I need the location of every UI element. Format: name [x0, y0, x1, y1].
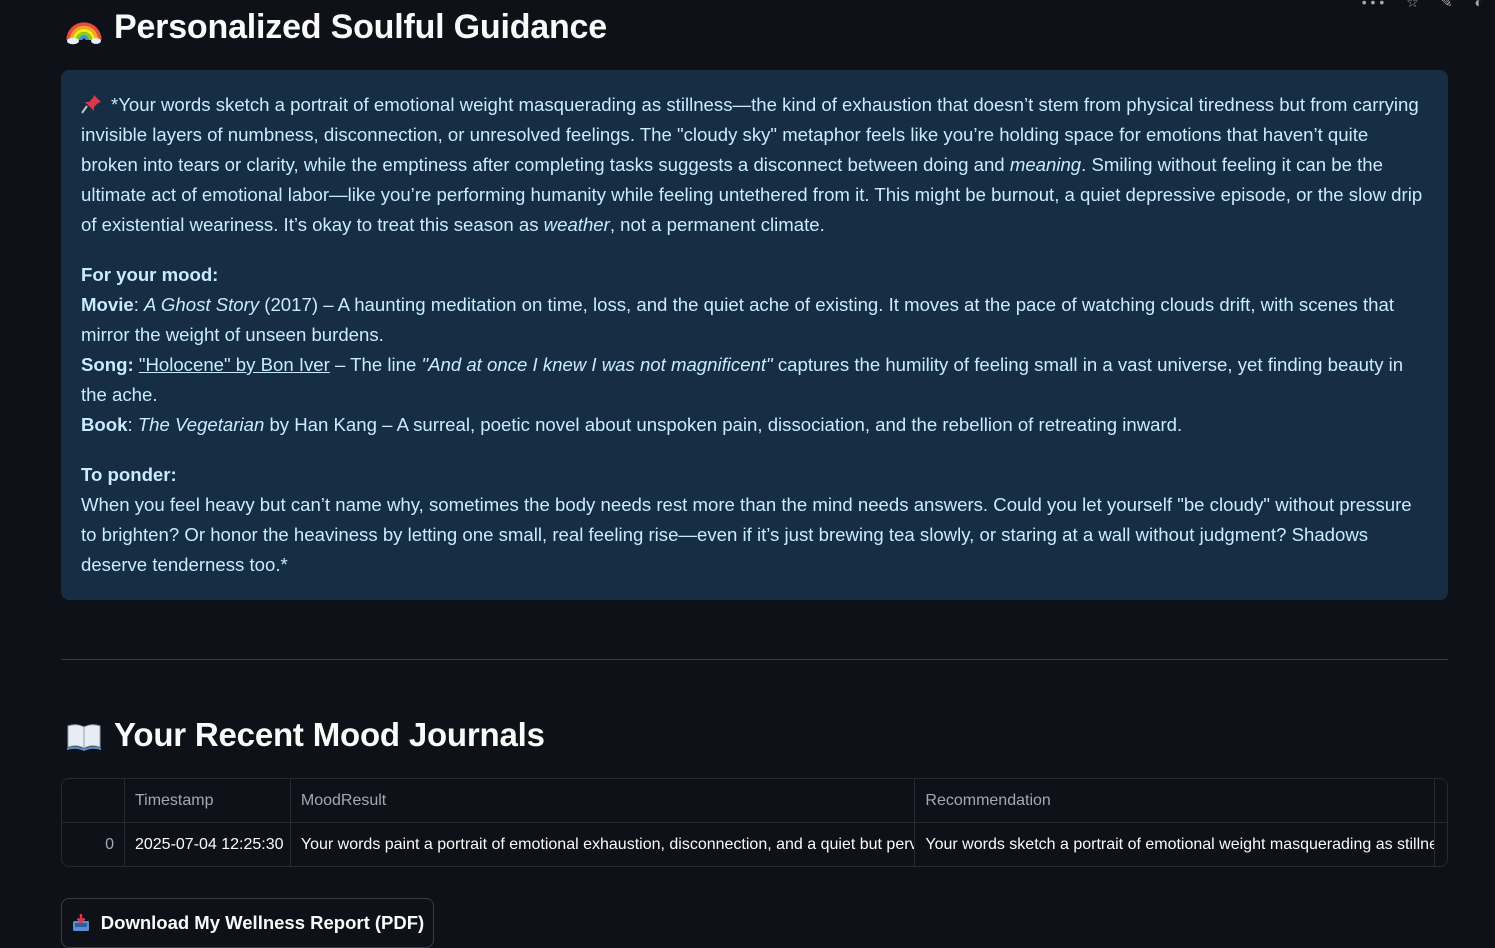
- download-report-button[interactable]: Download My Wellness Report (PDF): [61, 898, 434, 948]
- journals-title-text: Your Recent Mood Journals: [114, 716, 545, 753]
- row-index: 0: [62, 823, 125, 866]
- ponder-text: When you feel heavy but can’t name why, …: [81, 494, 1412, 575]
- github-icon[interactable]: ◐: [1475, 0, 1483, 11]
- column-header-moodresult[interactable]: MoodResult: [291, 779, 916, 822]
- rainbow-icon: [66, 21, 102, 44]
- download-report-label: Download My Wellness Report (PDF): [100, 912, 425, 933]
- inbox-tray-icon: [72, 914, 89, 931]
- edit-icon[interactable]: ✎: [1441, 0, 1453, 11]
- guidance-intro: *Your words sketch a portrait of emotion…: [81, 94, 1423, 235]
- divider: [61, 659, 1448, 660]
- mood-section: For your mood: Movie: A Ghost Story (201…: [81, 264, 1404, 435]
- guidance-title-text: Personalized Soulful Guidance: [114, 8, 607, 46]
- mood-heading: For your mood:: [81, 264, 219, 285]
- guidance-title: Personalized Soulful Guidance: [66, 8, 607, 47]
- pushpin-icon: [81, 95, 101, 114]
- table-scroll-gutter: [1435, 779, 1447, 822]
- journals-table[interactable]: Timestamp MoodResult Recommendation 0 20…: [61, 778, 1448, 867]
- cell-recommendation[interactable]: Your words sketch a portrait of emotiona…: [915, 823, 1435, 866]
- ponder-section: To ponder: When you feel heavy but can’t…: [81, 460, 1426, 580]
- app-page: • • • ☆ ✎ ◐ Personalized Soulful Guidanc…: [0, 0, 1495, 948]
- cell-moodresult[interactable]: Your words paint a portrait of emotional…: [291, 823, 916, 866]
- movie-title: A Ghost Story: [144, 294, 260, 315]
- journals-title: Your Recent Mood Journals: [66, 716, 545, 754]
- column-header-recommendation[interactable]: Recommendation: [915, 779, 1435, 822]
- ponder-heading: To ponder:: [81, 464, 177, 485]
- table-header-row: Timestamp MoodResult Recommendation: [62, 779, 1447, 823]
- song-link[interactable]: "Holocene" by Bon Iver: [139, 354, 330, 375]
- cell-timestamp[interactable]: 2025-07-04 12:25:30: [125, 823, 291, 866]
- column-header-timestamp[interactable]: Timestamp: [125, 779, 291, 822]
- table-scroll-gutter: [1435, 823, 1447, 866]
- more-icon[interactable]: • • •: [1362, 0, 1384, 11]
- toolbar-icons: • • • ☆ ✎ ◐: [1362, 0, 1483, 11]
- guidance-box: *Your words sketch a portrait of emotion…: [61, 70, 1448, 600]
- star-icon[interactable]: ☆: [1406, 0, 1419, 11]
- open-book-icon: [67, 724, 101, 751]
- table-row[interactable]: 0 2025-07-04 12:25:30 Your words paint a…: [62, 823, 1447, 866]
- book-title: The Vegetarian: [137, 414, 265, 435]
- column-header-index[interactable]: [62, 779, 125, 822]
